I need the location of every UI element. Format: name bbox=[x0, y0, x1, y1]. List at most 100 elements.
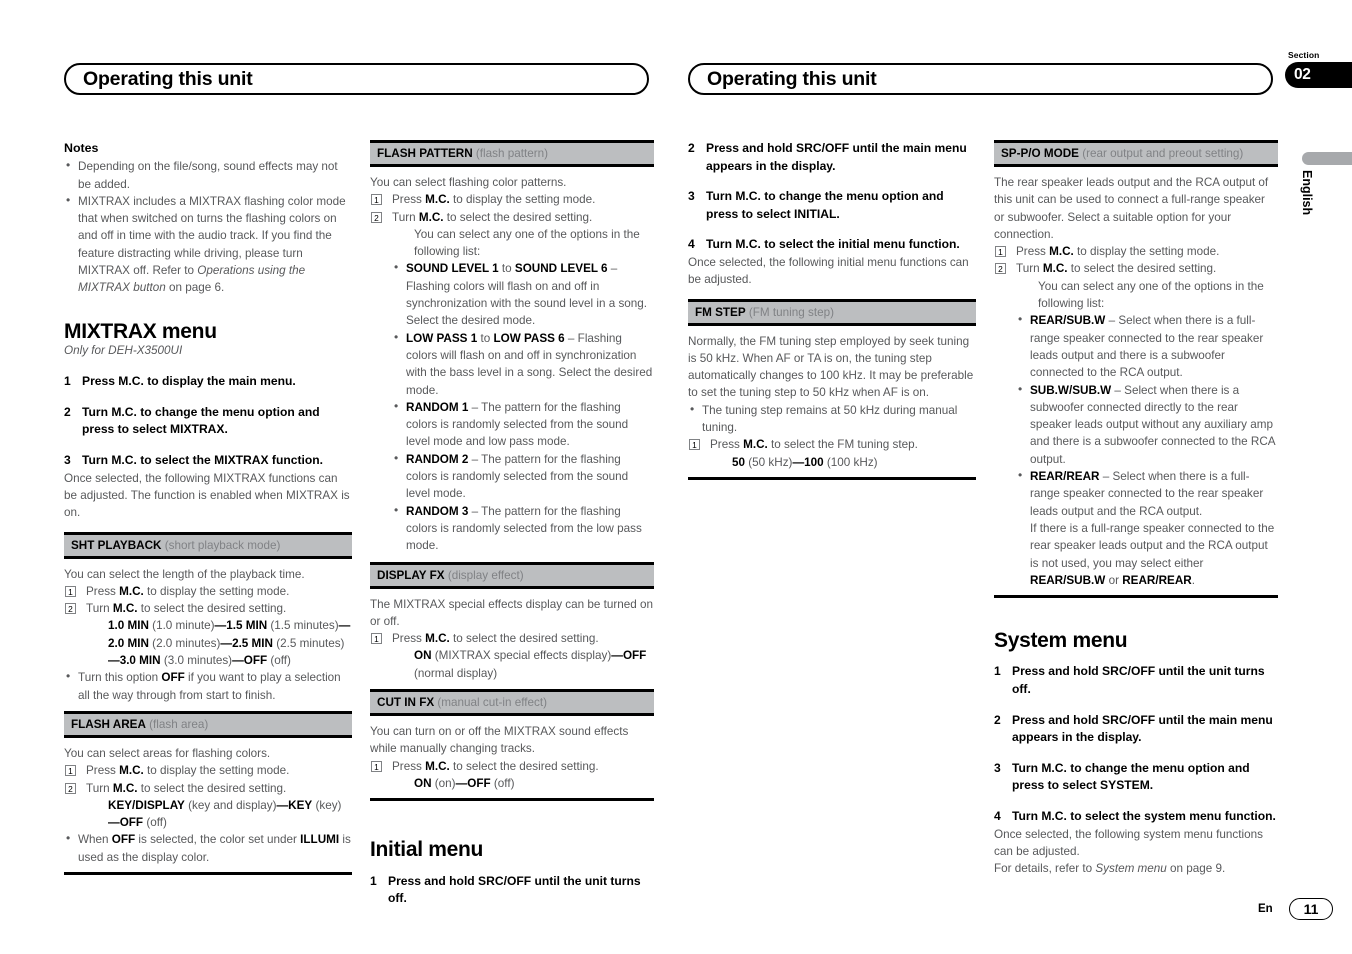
instr-post: to select the FM tuning step. bbox=[767, 438, 918, 452]
sp-po-intro: The rear speaker leads output and the RC… bbox=[994, 176, 1269, 241]
setting-description: (manual cut-in effect) bbox=[437, 696, 547, 710]
setting-header-sht-playback: SHT PLAYBACK (short playback mode) bbox=[64, 531, 352, 559]
step-number: 4 bbox=[688, 237, 695, 252]
flash-area-notes: When OFF is selected, the color set unde… bbox=[64, 830, 352, 866]
instr-post: to select the desired setting. bbox=[1067, 262, 1217, 276]
option-item: REAR/REAR – Select when there is a full-… bbox=[994, 467, 1278, 589]
note-bold: ILLUMI bbox=[300, 833, 340, 847]
instruction-item: 1 Press M.C. to display the setting mode… bbox=[64, 762, 352, 779]
option-value: LOW PASS 1 bbox=[406, 331, 478, 345]
page-title-system-menu: System menu bbox=[994, 629, 1128, 653]
footer-page-number: 11 bbox=[1289, 898, 1333, 920]
setting-name: FLASH PATTERN bbox=[377, 147, 473, 160]
section-end-rule bbox=[64, 871, 352, 875]
column-4: SP-P/O MODE (rear output and preout sett… bbox=[994, 140, 1278, 877]
step-box-1: 1 bbox=[65, 765, 76, 777]
instr-control: M.C. bbox=[119, 584, 144, 598]
note-pre: Turn this option bbox=[78, 671, 162, 685]
cut-in-fx-options: ON (on)—OFF (off) bbox=[414, 776, 515, 790]
note-mid: is selected, the color set under bbox=[135, 833, 301, 847]
ref-pre: For details, refer to bbox=[994, 862, 1096, 876]
option-value: 3.0 MIN bbox=[119, 654, 161, 668]
instruction-item: 1 Press M.C. to select the desired setti… bbox=[370, 630, 654, 682]
instr-pre: Press bbox=[86, 764, 120, 778]
step-text: Turn M.C. to change the menu option and … bbox=[706, 189, 944, 221]
setting-name: FLASH AREA bbox=[71, 717, 146, 731]
step-box-1: 1 bbox=[371, 633, 382, 645]
section-end-rule bbox=[688, 476, 976, 480]
cut-in-fx-instructions: 1 Press M.C. to select the desired setti… bbox=[370, 758, 654, 793]
step-box-2: 2 bbox=[65, 782, 76, 794]
setting-description: (rear output and preout setting) bbox=[1082, 147, 1244, 160]
footer-language-code: En bbox=[1258, 903, 1273, 915]
option-value: OFF bbox=[467, 776, 491, 790]
step-box-1: 1 bbox=[995, 246, 1006, 258]
setting-name: CUT IN FX bbox=[377, 696, 435, 710]
instr-control: M.C. bbox=[743, 438, 768, 452]
instruction-item: 2 Turn M.C. to select the desired settin… bbox=[64, 600, 352, 669]
step-2: 2 Turn M.C. to change the menu option an… bbox=[64, 404, 352, 439]
option-item: RANDOM 2 – The pattern for the flashing … bbox=[370, 450, 654, 503]
option-value: 50 bbox=[732, 455, 746, 469]
option-value: REAR/SUB.W bbox=[1030, 573, 1106, 587]
option-value: ON bbox=[414, 776, 432, 790]
instr-control: M.C. bbox=[425, 632, 450, 646]
option-value: SOUND LEVEL 6 bbox=[514, 262, 608, 276]
instruction-item: 2 Turn M.C. to select the desired settin… bbox=[64, 780, 352, 832]
step-3: 3 Turn M.C. to change the menu option an… bbox=[688, 188, 976, 223]
display-fx-instructions: 1 Press M.C. to select the desired setti… bbox=[370, 630, 654, 682]
option-paren: (50 kHz) bbox=[748, 455, 793, 469]
instr-pre: Turn bbox=[1016, 262, 1043, 276]
instr-pre: Press bbox=[392, 193, 426, 207]
step-4-body: Once selected, the following system menu… bbox=[994, 827, 1263, 858]
option-paren: (key) bbox=[315, 798, 342, 812]
step-text: Press M.C. to display the main menu. bbox=[82, 374, 296, 389]
step-number: 2 bbox=[994, 712, 1001, 727]
step-number: 1 bbox=[64, 374, 71, 389]
option-paren: (MIXTRAX special effects display) bbox=[434, 649, 612, 663]
option-item: SUB.W/SUB.W – Select when there is a sub… bbox=[994, 381, 1278, 468]
column-2: FLASH PATTERN (flash pattern) You can se… bbox=[370, 140, 654, 921]
header-title-left: Operating this unit bbox=[83, 67, 253, 90]
option-paren: (2.0 minutes) bbox=[152, 636, 221, 650]
option-paren: (1.5 minutes) bbox=[270, 619, 339, 633]
note-pre: When bbox=[78, 833, 112, 847]
option-paren: (normal display) bbox=[414, 666, 498, 680]
page-title-mixtrax-menu: MIXTRAX menu bbox=[64, 319, 217, 343]
instruction-item: 2 Turn M.C. to select the desired settin… bbox=[370, 209, 654, 261]
option-paren: (3.0 minutes) bbox=[163, 654, 233, 668]
mixtrax-subtitle: Only for DEH-X3500UI bbox=[64, 343, 183, 357]
ref-post: on page 9. bbox=[1166, 862, 1226, 876]
display-fx-options: ON (MIXTRAX special effects display)—OFF… bbox=[414, 649, 647, 680]
language-tab-label: English bbox=[1300, 170, 1314, 216]
option-paren: (1.0 minute) bbox=[152, 619, 215, 633]
step-box-1: 1 bbox=[689, 439, 700, 451]
option-value: 100 bbox=[804, 455, 824, 469]
step-box-1: 1 bbox=[371, 194, 382, 206]
instr-post: to select the desired setting. bbox=[137, 781, 287, 795]
instr-pre: Press bbox=[392, 759, 426, 773]
step-box-2: 2 bbox=[371, 211, 382, 223]
section-number-badge: 02 bbox=[1285, 62, 1352, 88]
instr-pre: Press bbox=[86, 584, 120, 598]
flash-pattern-options: SOUND LEVEL 1 to SOUND LEVEL 6 – Flashin… bbox=[370, 259, 654, 555]
instr-post: to select the desired setting. bbox=[137, 602, 287, 616]
section-end-rule bbox=[994, 595, 1278, 599]
note-bold: OFF bbox=[111, 833, 136, 847]
setting-name: DISPLAY FX bbox=[377, 568, 445, 582]
instruction-item: 1 Press M.C. to display the setting mode… bbox=[370, 191, 654, 208]
sp-po-options: REAR/SUB.W – Select when there is a full… bbox=[994, 311, 1278, 589]
option-item: RANDOM 3 – The pattern for the flashing … bbox=[370, 502, 654, 555]
option-paren: (off) bbox=[270, 654, 291, 668]
option-item: REAR/SUB.W – Select when there is a full… bbox=[994, 311, 1278, 381]
instr-control: M.C. bbox=[1049, 245, 1074, 259]
sht-intro: You can select the length of the playbac… bbox=[64, 567, 305, 581]
step-box-1: 1 bbox=[65, 585, 76, 597]
flash-area-instructions: 1 Press M.C. to display the setting mode… bbox=[64, 762, 352, 831]
step-number: 3 bbox=[688, 189, 695, 204]
instruction-item: 1 Press M.C. to select the desired setti… bbox=[370, 758, 654, 793]
step-box-1: 1 bbox=[371, 760, 382, 772]
setting-description: (display effect) bbox=[447, 568, 524, 582]
option-paren: (on) bbox=[434, 776, 456, 790]
step-4: 4 Turn M.C. to select the initial menu f… bbox=[688, 236, 976, 254]
